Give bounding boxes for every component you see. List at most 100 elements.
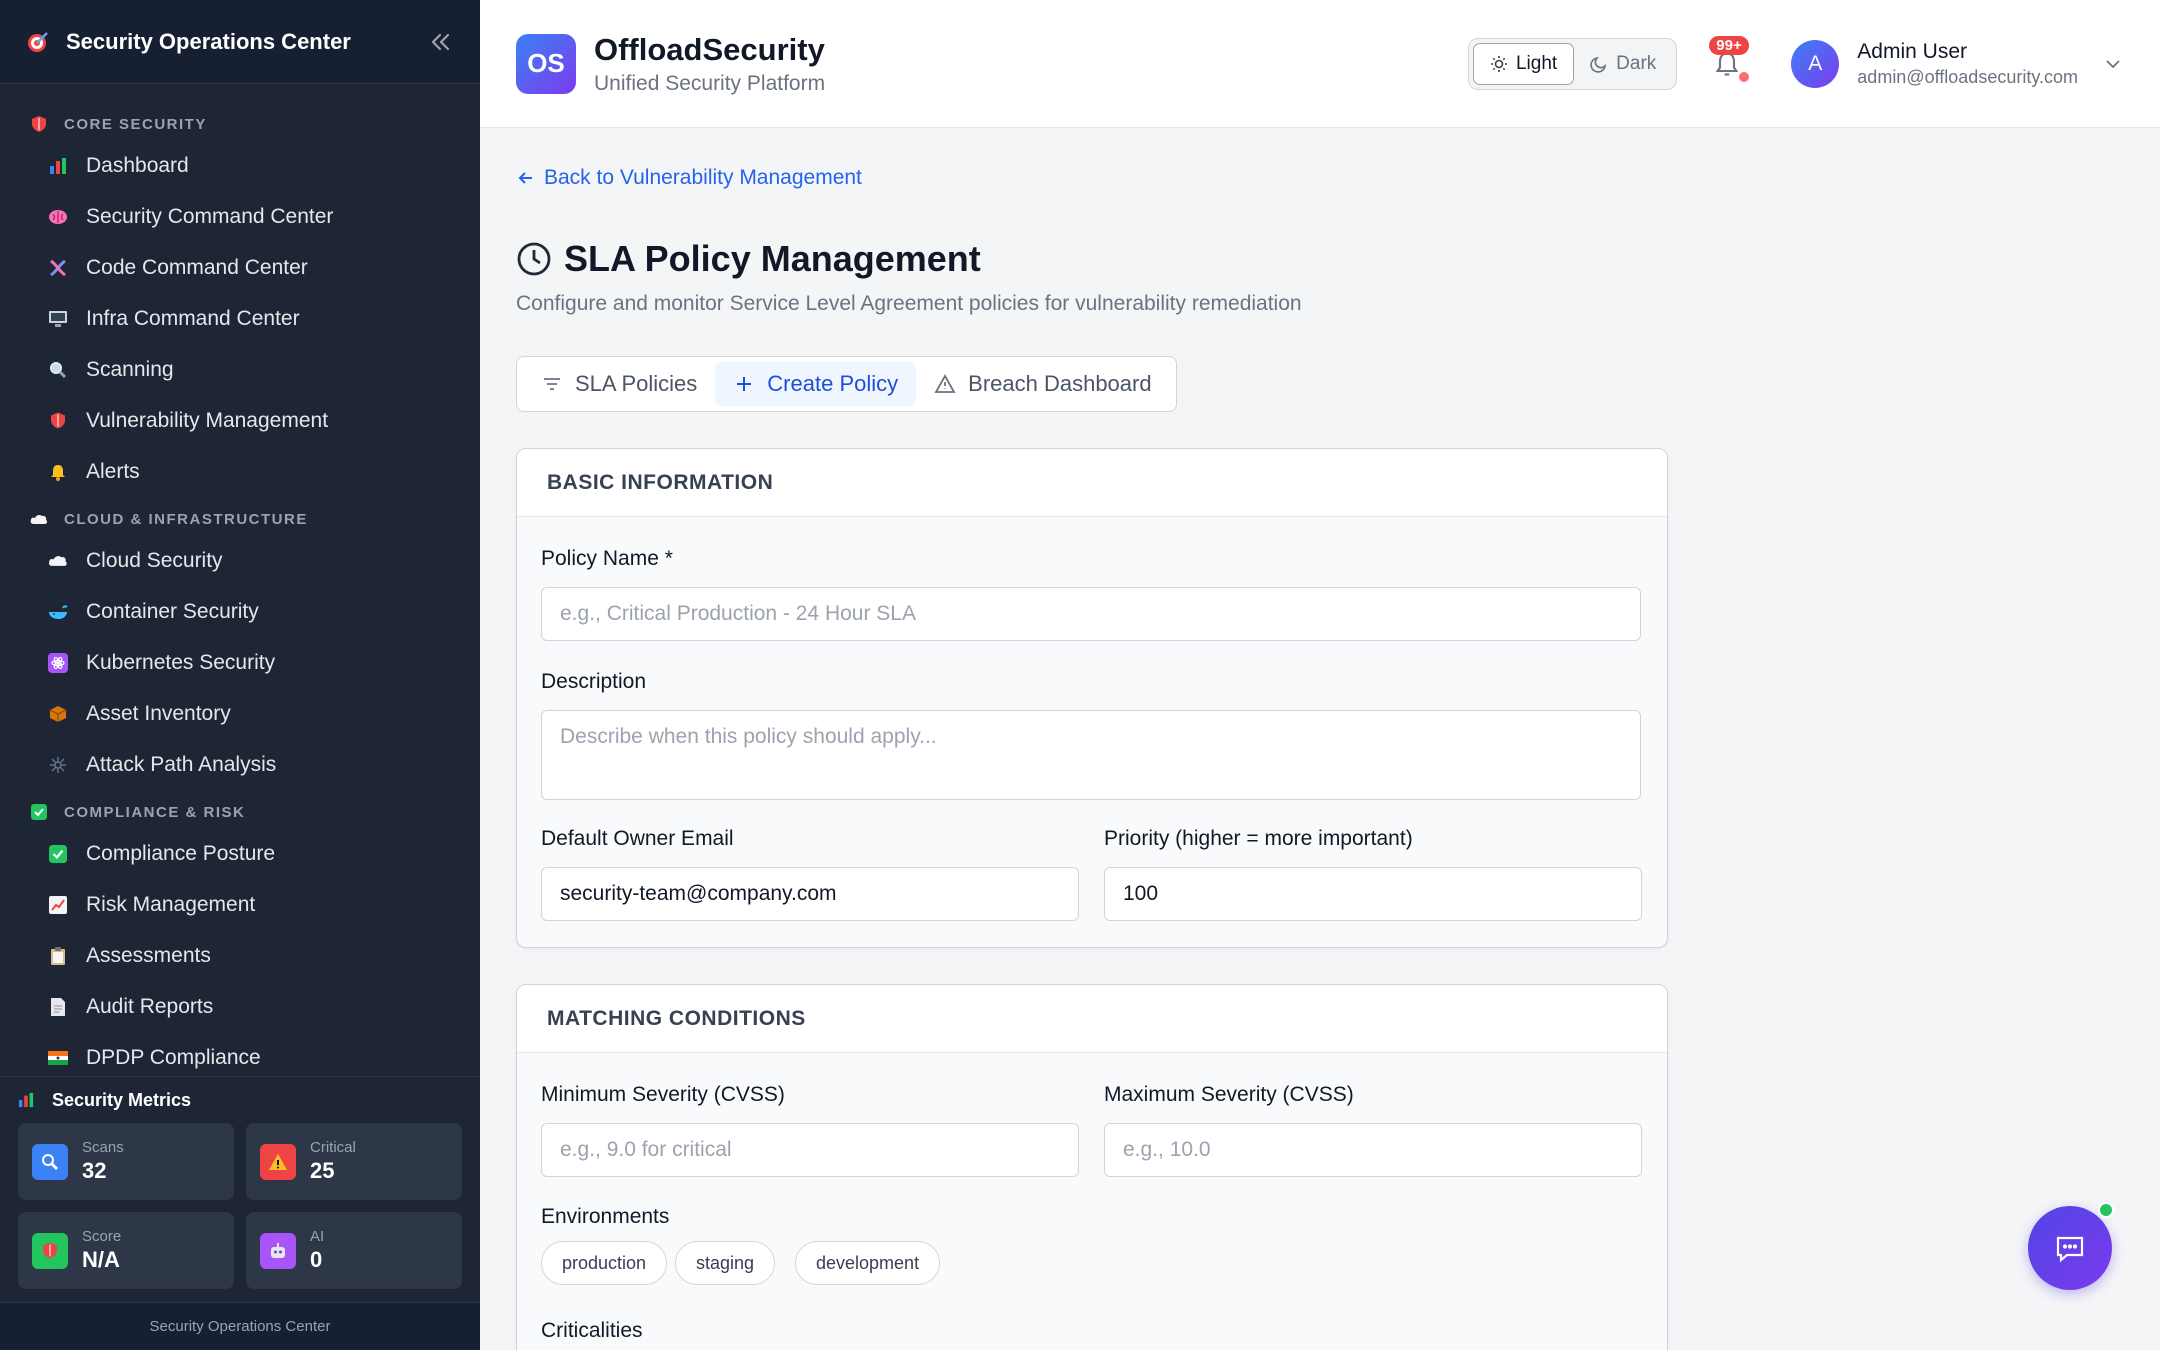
sidebar-nav: CORE SECURITY Dashboard Security Command… — [0, 84, 480, 1076]
sidebar-item-label: Dashboard — [86, 153, 189, 177]
back-link-label: Back to Vulnerability Management — [544, 166, 862, 189]
section-label: CORE SECURITY — [64, 115, 207, 133]
metric-critical[interactable]: Critical 25 — [246, 1123, 462, 1200]
sidebar-item-vulnerability-management[interactable]: Vulnerability Management — [0, 395, 480, 446]
robot-icon — [260, 1232, 296, 1269]
metric-label: Score — [82, 1228, 122, 1245]
brand-logo[interactable]: OS — [516, 33, 576, 94]
sidebar-item-container-security[interactable]: Container Security — [0, 586, 480, 637]
bar-chart-icon — [18, 1092, 34, 1108]
tab-bar: SLA Policies Create Policy Breach Dashbo… — [516, 356, 1177, 412]
criticalities-label: Criticalities — [541, 1319, 643, 1342]
metric-label: AI — [310, 1228, 325, 1245]
bell-icon — [48, 462, 68, 482]
cloud-icon — [30, 510, 48, 528]
brand-block: OffloadSecurity Unified Security Platfor… — [594, 32, 825, 96]
notification-count-badge: 99+ — [1709, 35, 1749, 55]
sidebar-item-audit-reports[interactable]: Audit Reports — [0, 981, 480, 1032]
priority-input[interactable]: 100 — [1104, 867, 1642, 921]
sidebar-item-dashboard[interactable]: Dashboard — [0, 140, 480, 191]
sidebar-item-code-command-center[interactable]: Code Command Center — [0, 242, 480, 293]
notifications-button[interactable]: 99+ — [1707, 35, 1750, 84]
chat-assistant-button[interactable] — [2028, 1202, 2114, 1290]
sidebar-item-label: Cloud Security — [86, 548, 223, 572]
back-link[interactable]: Back to Vulnerability Management — [516, 166, 862, 190]
online-indicator — [2098, 1202, 2114, 1218]
bar-chart-icon — [48, 156, 68, 176]
max-severity-label: Maximum Severity (CVSS) — [1104, 1083, 1354, 1106]
theme-dark-button[interactable]: Dark — [1574, 43, 1672, 85]
sidebar-item-label: Asset Inventory — [86, 701, 231, 725]
theme-light-button[interactable]: Light — [1472, 42, 1575, 85]
security-metrics-panel: Security Metrics Scans 32 Critical 25 Scor… — [0, 1076, 480, 1302]
sidebar-item-kubernetes-security[interactable]: Kubernetes Security — [0, 637, 480, 688]
collapse-sidebar-icon[interactable] — [424, 27, 454, 57]
theme-toggle: Light Dark — [1467, 37, 1678, 90]
environment-chip-staging[interactable]: staging — [675, 1241, 776, 1285]
min-severity-input[interactable]: e.g., 9.0 for critical — [541, 1123, 1079, 1177]
sidebar-item-risk-management[interactable]: Risk Management — [0, 879, 480, 930]
tab-sla-policies[interactable]: SLA Policies — [523, 362, 715, 406]
sidebar-item-label: Vulnerability Management — [86, 408, 329, 432]
top-header: OS OffloadSecurity Unified Security Plat… — [480, 0, 2160, 128]
atom-icon — [48, 652, 68, 673]
tab-create-policy[interactable]: Create Policy — [715, 362, 917, 406]
chevron-down-icon[interactable] — [2102, 53, 2124, 75]
policy-name-input[interactable]: e.g., Critical Production - 24 Hour SLA — [541, 587, 1641, 641]
max-severity-input[interactable]: e.g., 10.0 — [1104, 1123, 1642, 1177]
sidebar-item-label: Kubernetes Security — [86, 650, 276, 674]
metric-value: 32 — [82, 1158, 107, 1183]
metric-label: Scans — [82, 1139, 124, 1156]
target-icon — [28, 31, 48, 52]
description-label: Description — [541, 670, 647, 693]
metric-value: N/A — [82, 1247, 120, 1272]
metric-score[interactable]: Score N/A — [18, 1212, 234, 1289]
sidebar-item-label: Container Security — [86, 599, 259, 623]
sidebar-item-security-command-center[interactable]: Security Command Center — [0, 191, 480, 242]
sidebar-item-label: Audit Reports — [86, 994, 214, 1018]
card-heading: BASIC INFORMATION — [517, 449, 1667, 517]
section-label: CLOUD & INFRASTRUCTURE — [64, 510, 308, 528]
sidebar-item-infra-command-center[interactable]: Infra Command Center — [0, 293, 480, 344]
tab-breach-dashboard[interactable]: Breach Dashboard — [916, 362, 1169, 406]
sidebar-item-attack-path-analysis[interactable]: Attack Path Analysis — [0, 739, 480, 790]
user-info[interactable]: Admin User admin@offloadsecurity.com — [1857, 40, 2078, 88]
check-box-icon — [30, 803, 48, 821]
magnifier-icon — [32, 1143, 68, 1180]
environments-label: Environments — [541, 1205, 670, 1228]
tab-label: Breach Dashboard — [968, 371, 1152, 396]
section-compliance-risk: COMPLIANCE & RISK — [0, 796, 480, 828]
sidebar-item-scanning[interactable]: Scanning — [0, 344, 480, 395]
sidebar-item-assessments[interactable]: Assessments — [0, 930, 480, 981]
description-textarea[interactable]: Describe when this policy should apply..… — [541, 710, 1641, 800]
shield-icon — [30, 115, 48, 133]
owner-email-input[interactable]: security-team@company.com — [541, 867, 1079, 921]
section-core-security: CORE SECURITY — [0, 108, 480, 140]
sidebar-item-label: Code Command Center — [86, 255, 308, 279]
environment-chip-production[interactable]: production — [541, 1241, 668, 1285]
metric-scans[interactable]: Scans 32 — [18, 1123, 234, 1200]
check-box-icon — [48, 844, 68, 864]
shield-icon — [32, 1232, 68, 1269]
sidebar-item-cloud-security[interactable]: Cloud Security — [0, 535, 480, 586]
page-title-text: SLA Policy Management — [564, 238, 981, 279]
sidebar-footer: Security Operations Center — [0, 1302, 480, 1350]
avatar[interactable]: A — [1791, 39, 1840, 88]
whale-icon — [48, 602, 68, 622]
matching-conditions-card: MATCHING CONDITIONS Minimum Severity (CV… — [516, 984, 1668, 1350]
owner-email-label: Default Owner Email — [541, 827, 734, 850]
sidebar-item-compliance-posture[interactable]: Compliance Posture — [0, 828, 480, 879]
sidebar-item-asset-inventory[interactable]: Asset Inventory — [0, 688, 480, 739]
network-icon — [48, 755, 68, 775]
trend-chart-icon — [48, 895, 68, 915]
arrow-left-icon — [518, 172, 532, 184]
sidebar-item-alerts[interactable]: Alerts — [0, 446, 480, 497]
magnifier-icon — [48, 360, 68, 380]
metric-ai[interactable]: AI 0 — [246, 1212, 462, 1289]
theme-dark-label: Dark — [1616, 52, 1657, 74]
moon-icon — [1590, 56, 1607, 73]
sidebar-header: Security Operations Center — [0, 0, 480, 84]
sidebar-item-dpdp-compliance[interactable]: DPDP Compliance — [0, 1032, 480, 1076]
environment-chip-development[interactable]: development — [795, 1241, 941, 1285]
main-content: Back to Vulnerability Management SLA Pol… — [480, 128, 2160, 1350]
